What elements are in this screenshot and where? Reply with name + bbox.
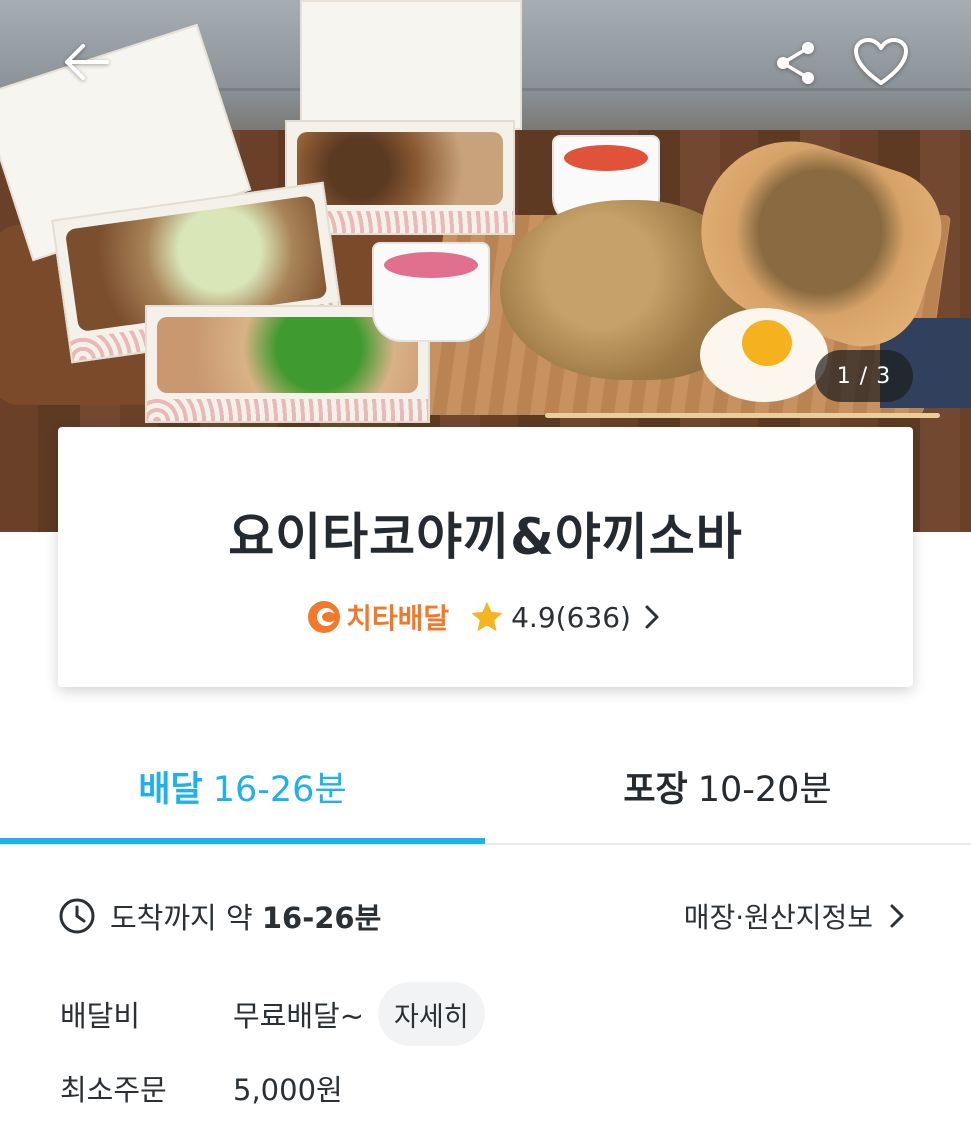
store-origin-info-link[interactable]: 매장·원산지정보 [684,893,907,938]
tab-selected-indicator [0,838,485,844]
min-order-row: 최소주문 5,000원 [60,1058,343,1118]
heart-icon [854,38,908,85]
delivery-fee-row: 배달비 무료배달~ 자세히 [60,982,485,1046]
tab-takeout-label: 포장 [623,770,688,810]
chevron-right-icon [890,904,904,927]
cheetah-delivery-badge: 치타배달 [308,597,449,637]
share-button[interactable] [770,36,822,90]
rating-row[interactable]: 치타배달 4.9(636) [58,597,913,637]
hero-chopsticks [545,413,940,418]
back-button[interactable] [55,36,115,88]
cheetah-delivery-label: 치타배달 [346,602,450,635]
store-name: 요이타코야끼&야끼소바 [228,508,743,566]
arrival-time-row: 도착까지 약 16-26분 [58,893,381,938]
hero-sauce-cup [372,242,490,342]
hero-box-lid [300,0,522,130]
share-icon [777,42,814,84]
star-icon [471,601,503,632]
chevron-right-icon [645,605,659,629]
order-type-tabs: 배달 16-26분 포장 10-20분 [0,730,971,845]
min-order-value: 5,000원 [233,1073,343,1107]
delivery-fee-detail-button[interactable]: 자세히 [378,982,485,1046]
arrival-time: 16-26분 [261,900,382,935]
delivery-fee-value: 무료배달~ [233,999,365,1033]
tab-delivery-time: 16-26분 [212,770,347,810]
cheetah-logo-icon [308,601,341,633]
arrival-prefix: 도착까지 약 [110,900,262,935]
delivery-fee-label: 배달비 [60,999,141,1033]
tab-delivery-label: 배달 [138,770,203,810]
tab-takeout-time: 10-20분 [697,770,832,810]
back-arrow-icon [65,44,109,80]
tab-takeout[interactable]: 포장 10-20분 [485,730,970,843]
image-counter: 1 / 3 [815,350,913,402]
hero-fried-egg [700,308,828,402]
min-order-label: 최소주문 [60,1073,167,1107]
store-info-card: 요이타코야끼&야끼소바 치타배달 4.9(636) [58,427,913,687]
rating-value: 4.9(636) [511,600,631,634]
tab-delivery[interactable]: 배달 16-26분 [0,730,485,843]
clock-icon [59,898,95,933]
store-origin-info-label: 매장·원산지정보 [683,900,873,934]
favorite-button[interactable] [850,34,912,90]
arrival-time-text: 도착까지 약 16-26분 [110,895,381,937]
